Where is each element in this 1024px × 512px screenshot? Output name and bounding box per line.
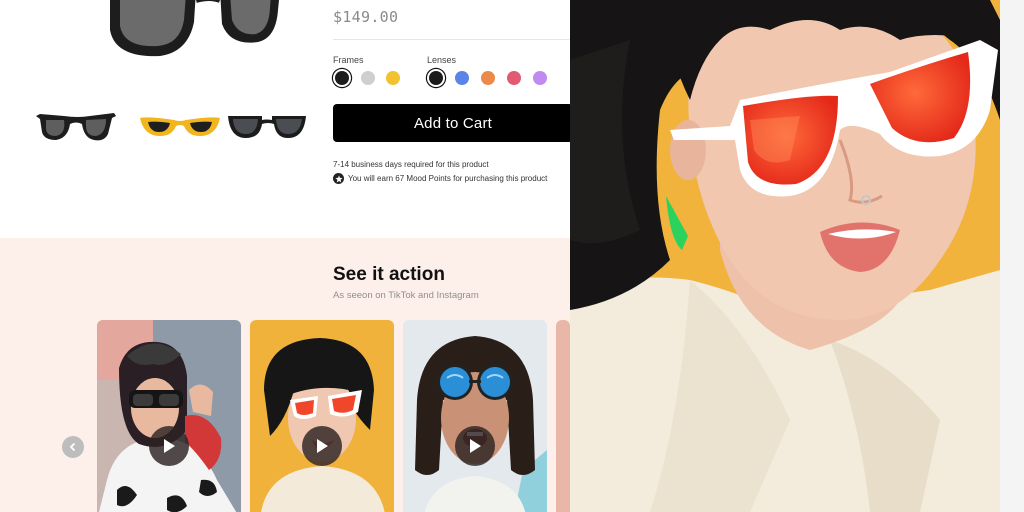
video-card-3[interactable] xyxy=(403,320,547,512)
frame-swatch-black[interactable] xyxy=(335,71,349,85)
main-product-image xyxy=(110,0,279,57)
thumbnail-black-tinted[interactable] xyxy=(226,104,310,148)
frames-label: Frames xyxy=(333,55,364,65)
section-subtitle: As seeon on TikTok and Instagram xyxy=(333,290,479,301)
video-card-4-partial[interactable] xyxy=(556,320,570,512)
play-icon xyxy=(470,439,481,453)
video-thumbnail-image xyxy=(97,320,241,512)
lens-swatch-purple[interactable] xyxy=(533,71,547,85)
lens-swatch-black[interactable] xyxy=(429,71,443,85)
shipping-note: 7-14 business days required for this pro… xyxy=(333,160,489,169)
product-price: $149.00 xyxy=(333,8,399,26)
play-button[interactable] xyxy=(302,426,342,466)
page-edge xyxy=(1000,0,1024,512)
lenses-label: Lenses xyxy=(427,55,457,65)
carousel-prev-button[interactable] xyxy=(62,436,84,458)
chevron-left-icon xyxy=(69,442,76,452)
lens-swatch-pink[interactable] xyxy=(507,71,521,85)
play-button[interactable] xyxy=(455,426,495,466)
thumbnail-black-square[interactable] xyxy=(34,104,118,148)
play-button[interactable] xyxy=(149,426,189,466)
hero-model-image xyxy=(570,0,1000,512)
points-text: You will earn 67 Mood Points for purchas… xyxy=(348,174,548,183)
divider xyxy=(333,39,570,40)
video-thumbnail-image xyxy=(250,320,394,512)
star-icon xyxy=(333,173,344,184)
points-note: You will earn 67 Mood Points for purchas… xyxy=(333,173,547,184)
product-section: $149.00 Frames Lenses Add to Cart 7-14 b… xyxy=(0,0,573,238)
lens-swatch-orange[interactable] xyxy=(481,71,495,85)
see-it-action-section: See it action As seeon on TikTok and Ins… xyxy=(0,238,570,512)
frame-swatch-silver[interactable] xyxy=(361,71,375,85)
add-to-cart-button[interactable]: Add to Cart xyxy=(333,104,573,142)
frame-swatch-yellow[interactable] xyxy=(386,71,400,85)
play-icon xyxy=(317,439,328,453)
play-icon xyxy=(164,439,175,453)
video-card-1[interactable] xyxy=(97,320,241,512)
thumbnail-yellow-cat-eye[interactable] xyxy=(138,104,222,148)
section-title: See it action xyxy=(333,264,445,285)
lens-swatch-blue[interactable] xyxy=(455,71,469,85)
video-card-2[interactable] xyxy=(250,320,394,512)
video-thumbnail-image xyxy=(403,320,547,512)
